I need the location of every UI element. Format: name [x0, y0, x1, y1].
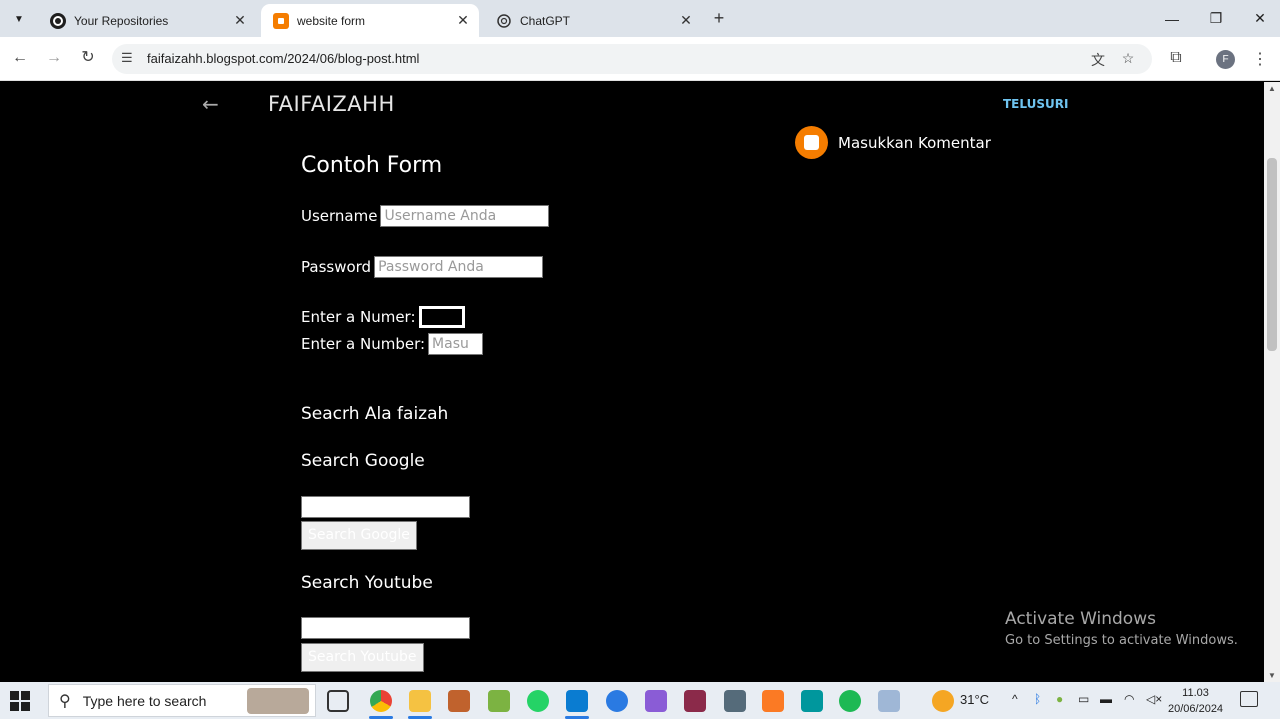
close-icon[interactable]: ✕ [676, 12, 696, 29]
username-row: Username Username Anda [301, 205, 550, 227]
clock-time: 11.03 [1182, 687, 1209, 699]
page-content: ← FAIFAIZAHH TELUSURI Masukkan Komentar … [0, 82, 1264, 682]
numer-label: Enter a Numer: [301, 308, 416, 326]
scroll-up-icon[interactable]: ▲ [1268, 84, 1276, 93]
spotify-icon[interactable] [839, 690, 861, 712]
search-heading: Seacrh Ala faizah [301, 404, 449, 424]
tab-label: Your Repositories [74, 13, 169, 28]
numer-input[interactable] [418, 306, 465, 328]
taskbar-search-box[interactable]: ⚲ Type here to search [48, 684, 316, 717]
page-scrollbar[interactable]: ▲ ▼ [1264, 82, 1280, 682]
password-label: Password [301, 258, 372, 276]
weather-icon[interactable] [932, 690, 954, 712]
close-icon[interactable]: ✕ [453, 12, 473, 29]
minimize-button[interactable]: ― [1150, 0, 1194, 37]
number-input[interactable]: Masu [428, 333, 484, 355]
watermark-line1: Activate Windows [1005, 609, 1156, 629]
battery-icon[interactable]: ▬ [1100, 692, 1112, 706]
task-view-icon[interactable] [327, 690, 349, 712]
volume-muted-icon[interactable]: ◁× [1146, 692, 1162, 706]
winrar-icon[interactable] [684, 690, 706, 712]
tab-strip: ▼ Your Repositories ✕ website form ✕ Cha… [0, 0, 1280, 37]
youtube-search-button[interactable]: Search Youtube [301, 643, 424, 672]
form-title: Contoh Form [301, 153, 443, 178]
number-label: Enter a Number: [301, 335, 426, 353]
url-text: faifaizahh.blogspot.com/2024/06/blog-pos… [147, 51, 420, 66]
system-clock[interactable]: 11.03 20/06/2024 [1168, 685, 1223, 717]
scrollbar-thumb[interactable] [1267, 158, 1277, 351]
notification-icon[interactable] [1240, 691, 1258, 707]
bluetooth-icon[interactable]: ᛒ [1034, 692, 1041, 706]
search-highlight-image [247, 688, 309, 714]
site-title[interactable]: FAIFAIZAHH [268, 92, 395, 116]
bookmark-star-icon[interactable]: ☆ [1118, 50, 1138, 70]
clock-date: 20/06/2024 [1168, 703, 1224, 715]
whatsapp-icon[interactable] [527, 690, 549, 712]
tab-your-repositories[interactable]: Your Repositories ✕ [38, 4, 256, 37]
visual-studio-icon[interactable] [645, 690, 667, 712]
youtube-search-input[interactable] [301, 617, 470, 639]
google-search-input[interactable] [301, 496, 470, 518]
windows-start-icon[interactable] [10, 691, 30, 711]
username-input[interactable]: Username Anda [380, 205, 550, 227]
tab-label: website form [297, 13, 366, 28]
github-icon [50, 12, 66, 29]
tab-website-form[interactable]: website form ✕ [261, 4, 479, 37]
app-icon-4[interactable] [724, 690, 746, 712]
blogger-icon [273, 12, 289, 29]
profile-avatar[interactable]: F [1216, 50, 1235, 69]
number-row: Enter a Number: Masu [301, 333, 484, 355]
username-label: Username [301, 207, 378, 225]
app-icon-3[interactable] [606, 690, 628, 712]
close-icon[interactable]: ✕ [230, 12, 250, 29]
comment-label: Masukkan Komentar [838, 133, 991, 152]
chatgpt-icon [496, 13, 512, 29]
tab-chatgpt[interactable]: ChatGPT ✕ [484, 4, 702, 37]
password-input[interactable]: Password Anda [374, 256, 544, 278]
vscode-icon[interactable] [566, 690, 588, 712]
paint-icon[interactable] [878, 690, 900, 712]
comment-button[interactable]: Masukkan Komentar [795, 126, 991, 159]
youtube-heading: Search Youtube [301, 573, 433, 593]
scroll-down-icon[interactable]: ▼ [1268, 671, 1276, 680]
restore-button[interactable]: ❐ [1194, 0, 1238, 37]
site-info-icon[interactable]: ☰ [121, 50, 133, 66]
new-tab-button[interactable]: + [708, 8, 730, 30]
meet-icon[interactable]: ▭ [1078, 692, 1089, 706]
translate-icon[interactable]: 文 [1088, 50, 1108, 70]
forward-button[interactable]: → [42, 47, 66, 71]
watermark-line2: Go to Settings to activate Windows. [1005, 633, 1238, 648]
tab-label: ChatGPT [520, 13, 571, 28]
search-link[interactable]: TELUSURI [1003, 97, 1068, 111]
app-icon-2[interactable] [488, 690, 510, 712]
menu-icon[interactable]: ⋮ [1252, 49, 1268, 69]
weather-temp[interactable]: 31°C [960, 692, 989, 707]
search-icon: ⚲ [59, 692, 71, 710]
google-search-button[interactable]: Search Google [301, 521, 417, 550]
chrome-icon[interactable] [370, 690, 392, 712]
numer-row: Enter a Numer: [301, 306, 465, 328]
tab-search-button[interactable]: ▼ [8, 8, 30, 30]
file-explorer-icon[interactable] [409, 690, 431, 712]
wifi-icon[interactable]: ◠ [1124, 692, 1134, 706]
back-button[interactable]: ← [8, 47, 32, 71]
browser-toolbar: ← → ↻ ☰ faifaizahh.blogspot.com/2024/06/… [0, 37, 1280, 81]
app-icon-1[interactable] [448, 690, 470, 712]
extensions-icon[interactable]: ⧉ [1164, 47, 1188, 71]
tray-chevron-icon[interactable]: ^ [1012, 692, 1018, 706]
arduino-icon[interactable] [801, 690, 823, 712]
taskbar-search-placeholder: Type here to search [82, 692, 207, 709]
google-heading: Search Google [301, 451, 425, 471]
password-row: Password Password Anda [301, 256, 544, 278]
tray-app-icon[interactable]: ● [1056, 692, 1063, 706]
activate-windows-watermark: Activate Windows Go to Settings to activ… [1005, 609, 1238, 648]
windows-taskbar: ⚲ Type here to search 31°C ^ ᛒ ● ▭ ▬ ◠ ◁… [0, 682, 1280, 719]
address-bar[interactable]: ☰ faifaizahh.blogspot.com/2024/06/blog-p… [112, 44, 1152, 74]
back-arrow-icon[interactable]: ← [202, 92, 219, 116]
xampp-icon[interactable] [762, 690, 784, 712]
reload-button[interactable]: ↻ [76, 47, 100, 71]
blogger-icon [795, 126, 828, 159]
close-window-button[interactable]: ✕ [1238, 0, 1280, 37]
